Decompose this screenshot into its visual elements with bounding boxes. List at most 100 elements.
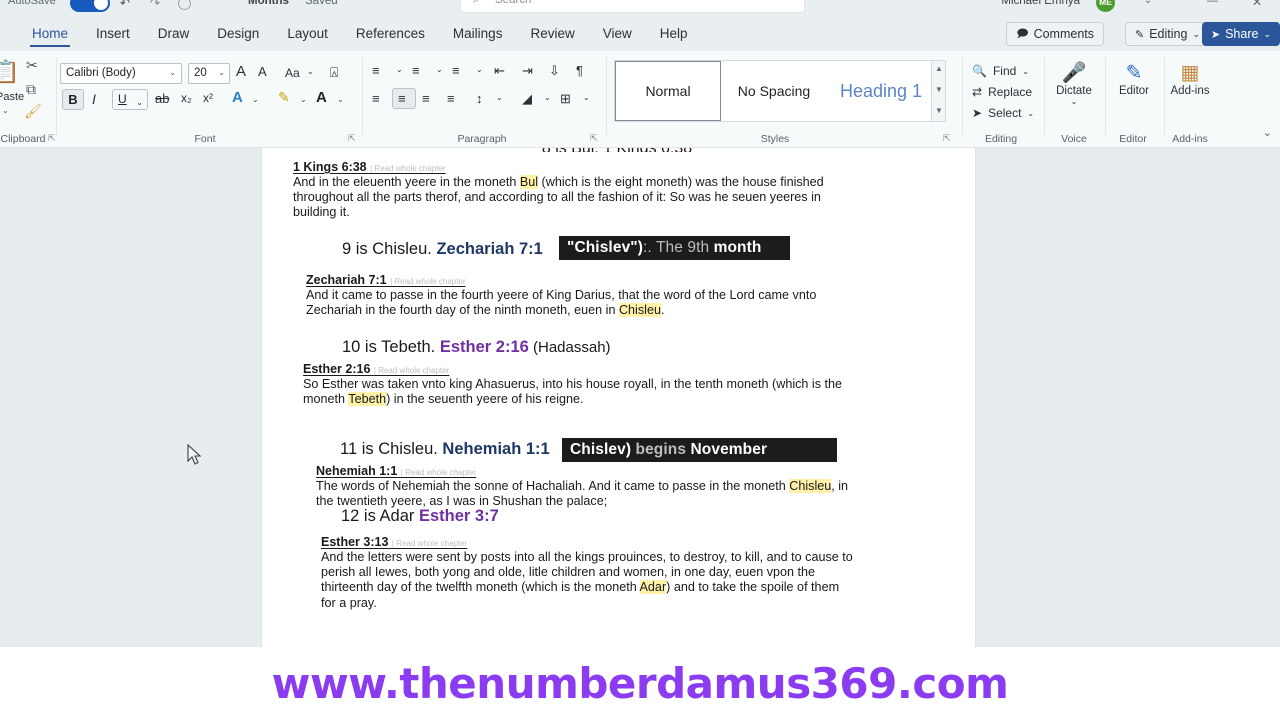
- styles-scrollbar[interactable]: ▲ ▼ ▼: [931, 60, 946, 122]
- chevron-down-icon[interactable]: ⌄: [496, 93, 503, 102]
- paste-label[interactable]: Paste: [0, 91, 24, 103]
- subscript-button[interactable]: x₂: [181, 91, 192, 105]
- document-page[interactable]: 8 is Bul. 1 Kings 6:38 1 Kings 6:38 | Re…: [262, 148, 975, 647]
- tab-review[interactable]: Review: [516, 17, 588, 51]
- paragraph-dialog-launcher[interactable]: ⇱: [590, 133, 598, 144]
- show-formatting-marks-icon[interactable]: ¶: [576, 63, 583, 78]
- heading-book-ref[interactable]: Esther 3:7: [419, 507, 499, 525]
- document-canvas[interactable]: 8 is Bul. 1 Kings 6:38 1 Kings 6:38 | Re…: [0, 148, 1280, 647]
- align-right-icon[interactable]: ≡: [422, 91, 430, 106]
- numbering-icon[interactable]: ≡: [412, 63, 420, 78]
- style-normal[interactable]: Normal: [615, 61, 721, 121]
- style-heading-1[interactable]: Heading 1: [827, 61, 935, 121]
- tab-design[interactable]: Design: [203, 17, 273, 51]
- align-center-button[interactable]: ≡: [392, 88, 416, 109]
- highlight-color-icon[interactable]: ✎: [278, 89, 290, 106]
- editing-mode-button[interactable]: ✎ Editing ⌄: [1125, 22, 1210, 46]
- document-filename[interactable]: Months: [248, 0, 289, 7]
- verse-reference[interactable]: Esther 2:16 | Read whole chapter: [303, 362, 848, 376]
- undo-icon[interactable]: ↶: [120, 0, 130, 10]
- cut-icon[interactable]: ✂: [26, 57, 38, 74]
- shading-icon[interactable]: ◢: [522, 91, 532, 107]
- increase-indent-icon[interactable]: ⇥: [522, 63, 533, 79]
- tab-help[interactable]: Help: [646, 17, 702, 51]
- read-whole-chapter-link[interactable]: | Read whole chapter: [390, 277, 465, 286]
- tab-mailings[interactable]: Mailings: [439, 17, 517, 51]
- font-size-input[interactable]: 20 ⌄: [188, 63, 230, 84]
- chevron-down-icon[interactable]: ⌄: [1046, 97, 1102, 106]
- find-button[interactable]: 🔍 Find ⌄: [972, 64, 1029, 78]
- chevron-down-icon[interactable]: ⌄: [2, 106, 9, 115]
- chevron-down-icon[interactable]: ⌄: [300, 95, 307, 104]
- customize-toolbar-icon[interactable]: [178, 0, 191, 10]
- superscript-button[interactable]: x²: [203, 91, 213, 105]
- avatar[interactable]: ME: [1096, 0, 1115, 12]
- user-name[interactable]: Michael Emhya: [1001, 0, 1080, 7]
- chevron-down-icon[interactable]: ⌄: [544, 93, 551, 102]
- minimize-icon[interactable]: —: [1207, 0, 1218, 7]
- align-left-icon[interactable]: ≡: [372, 91, 380, 106]
- line-spacing-icon[interactable]: ↕: [476, 91, 483, 106]
- underline-button[interactable]: U ⌄: [112, 89, 148, 110]
- paste-icon[interactable]: 📋: [0, 59, 19, 85]
- comments-button[interactable]: 🗩 Comments: [1006, 22, 1104, 46]
- chevron-down-icon[interactable]: ⌄: [169, 68, 176, 77]
- chevron-down-icon[interactable]: ⌄: [1027, 109, 1034, 118]
- heading-book-ref[interactable]: Esther 2:16: [440, 338, 529, 356]
- decrease-indent-icon[interactable]: ⇤: [494, 63, 505, 79]
- font-dialog-launcher[interactable]: ⇱: [348, 133, 356, 144]
- chevron-down-icon[interactable]: ⌄: [252, 95, 259, 104]
- bullets-icon[interactable]: ≡: [372, 63, 380, 78]
- chevron-up-icon[interactable]: ▲: [935, 64, 943, 73]
- chevron-down-icon[interactable]: ⌄: [476, 65, 483, 74]
- chevron-down-icon[interactable]: ⌄: [307, 67, 314, 76]
- replace-button[interactable]: ⇄ Replace: [972, 85, 1032, 99]
- collapse-ribbon-icon[interactable]: ⌄: [1263, 126, 1272, 139]
- tab-draw[interactable]: Draw: [144, 17, 204, 51]
- chevron-down-icon[interactable]: ▼: [935, 85, 943, 94]
- clear-formatting-icon[interactable]: ⍓: [330, 64, 338, 81]
- tab-home[interactable]: Home: [18, 17, 82, 51]
- format-painter-icon[interactable]: 🖌: [24, 103, 42, 120]
- addins-button[interactable]: ▦ Add-ins: [1162, 61, 1218, 97]
- select-button[interactable]: ➤ Select ⌄: [972, 106, 1034, 120]
- read-whole-chapter-link[interactable]: | Read whole chapter: [370, 164, 445, 173]
- chevron-down-icon[interactable]: ⌄: [436, 65, 443, 74]
- read-whole-chapter-link[interactable]: | Read whole chapter: [374, 366, 449, 375]
- font-color-icon[interactable]: A: [316, 89, 327, 106]
- heading-book-ref[interactable]: Nehemiah 1:1: [442, 440, 549, 458]
- clipboard-dialog-launcher[interactable]: ⇱: [48, 133, 56, 144]
- chevron-down-icon[interactable]: ⌄: [1022, 67, 1029, 76]
- redo-icon[interactable]: ↷: [150, 0, 160, 10]
- read-whole-chapter-link[interactable]: | Read whole chapter: [392, 539, 467, 548]
- tab-references[interactable]: References: [342, 17, 439, 51]
- chevron-down-icon[interactable]: ⌄: [583, 93, 590, 102]
- text-effects-icon[interactable]: A: [232, 89, 243, 106]
- style-no-spacing[interactable]: No Spacing: [721, 61, 827, 121]
- chevron-down-icon[interactable]: ⌄: [396, 65, 403, 74]
- tab-view[interactable]: View: [589, 17, 646, 51]
- read-whole-chapter-link[interactable]: | Read whole chapter: [401, 468, 476, 477]
- shrink-font-icon[interactable]: A: [258, 64, 267, 79]
- font-name-input[interactable]: Calibri (Body) ⌄: [60, 63, 182, 84]
- verse-reference[interactable]: 1 Kings 6:38 | Read whole chapter: [293, 160, 853, 174]
- sort-icon[interactable]: ⇩: [549, 63, 560, 79]
- change-case-icon[interactable]: Aa: [285, 66, 300, 80]
- dictate-button[interactable]: 🎤 Dictate ⌄: [1046, 61, 1102, 106]
- italic-button[interactable]: I: [92, 91, 96, 107]
- bold-button[interactable]: B: [62, 89, 84, 110]
- styles-more-icon[interactable]: ▼: [935, 106, 943, 115]
- autosave-toggle[interactable]: [70, 0, 110, 12]
- heading-book-ref[interactable]: Zechariah 7:1: [436, 240, 542, 258]
- copy-icon[interactable]: ⧉: [26, 81, 36, 98]
- chevron-down-icon[interactable]: ⌄: [218, 68, 225, 77]
- borders-icon[interactable]: ⊞: [560, 91, 571, 107]
- chevron-down-icon[interactable]: ⌄: [337, 95, 344, 104]
- verse-reference[interactable]: Zechariah 7:1 | Read whole chapter: [306, 273, 856, 287]
- tab-layout[interactable]: Layout: [273, 17, 342, 51]
- justify-icon[interactable]: ≡: [447, 91, 455, 106]
- chevron-down-icon[interactable]: ⌄: [1144, 0, 1152, 6]
- editor-button[interactable]: ✎ Editor: [1106, 61, 1162, 97]
- close-icon[interactable]: ✕: [1252, 0, 1262, 9]
- chevron-down-icon[interactable]: ⌄: [136, 93, 143, 112]
